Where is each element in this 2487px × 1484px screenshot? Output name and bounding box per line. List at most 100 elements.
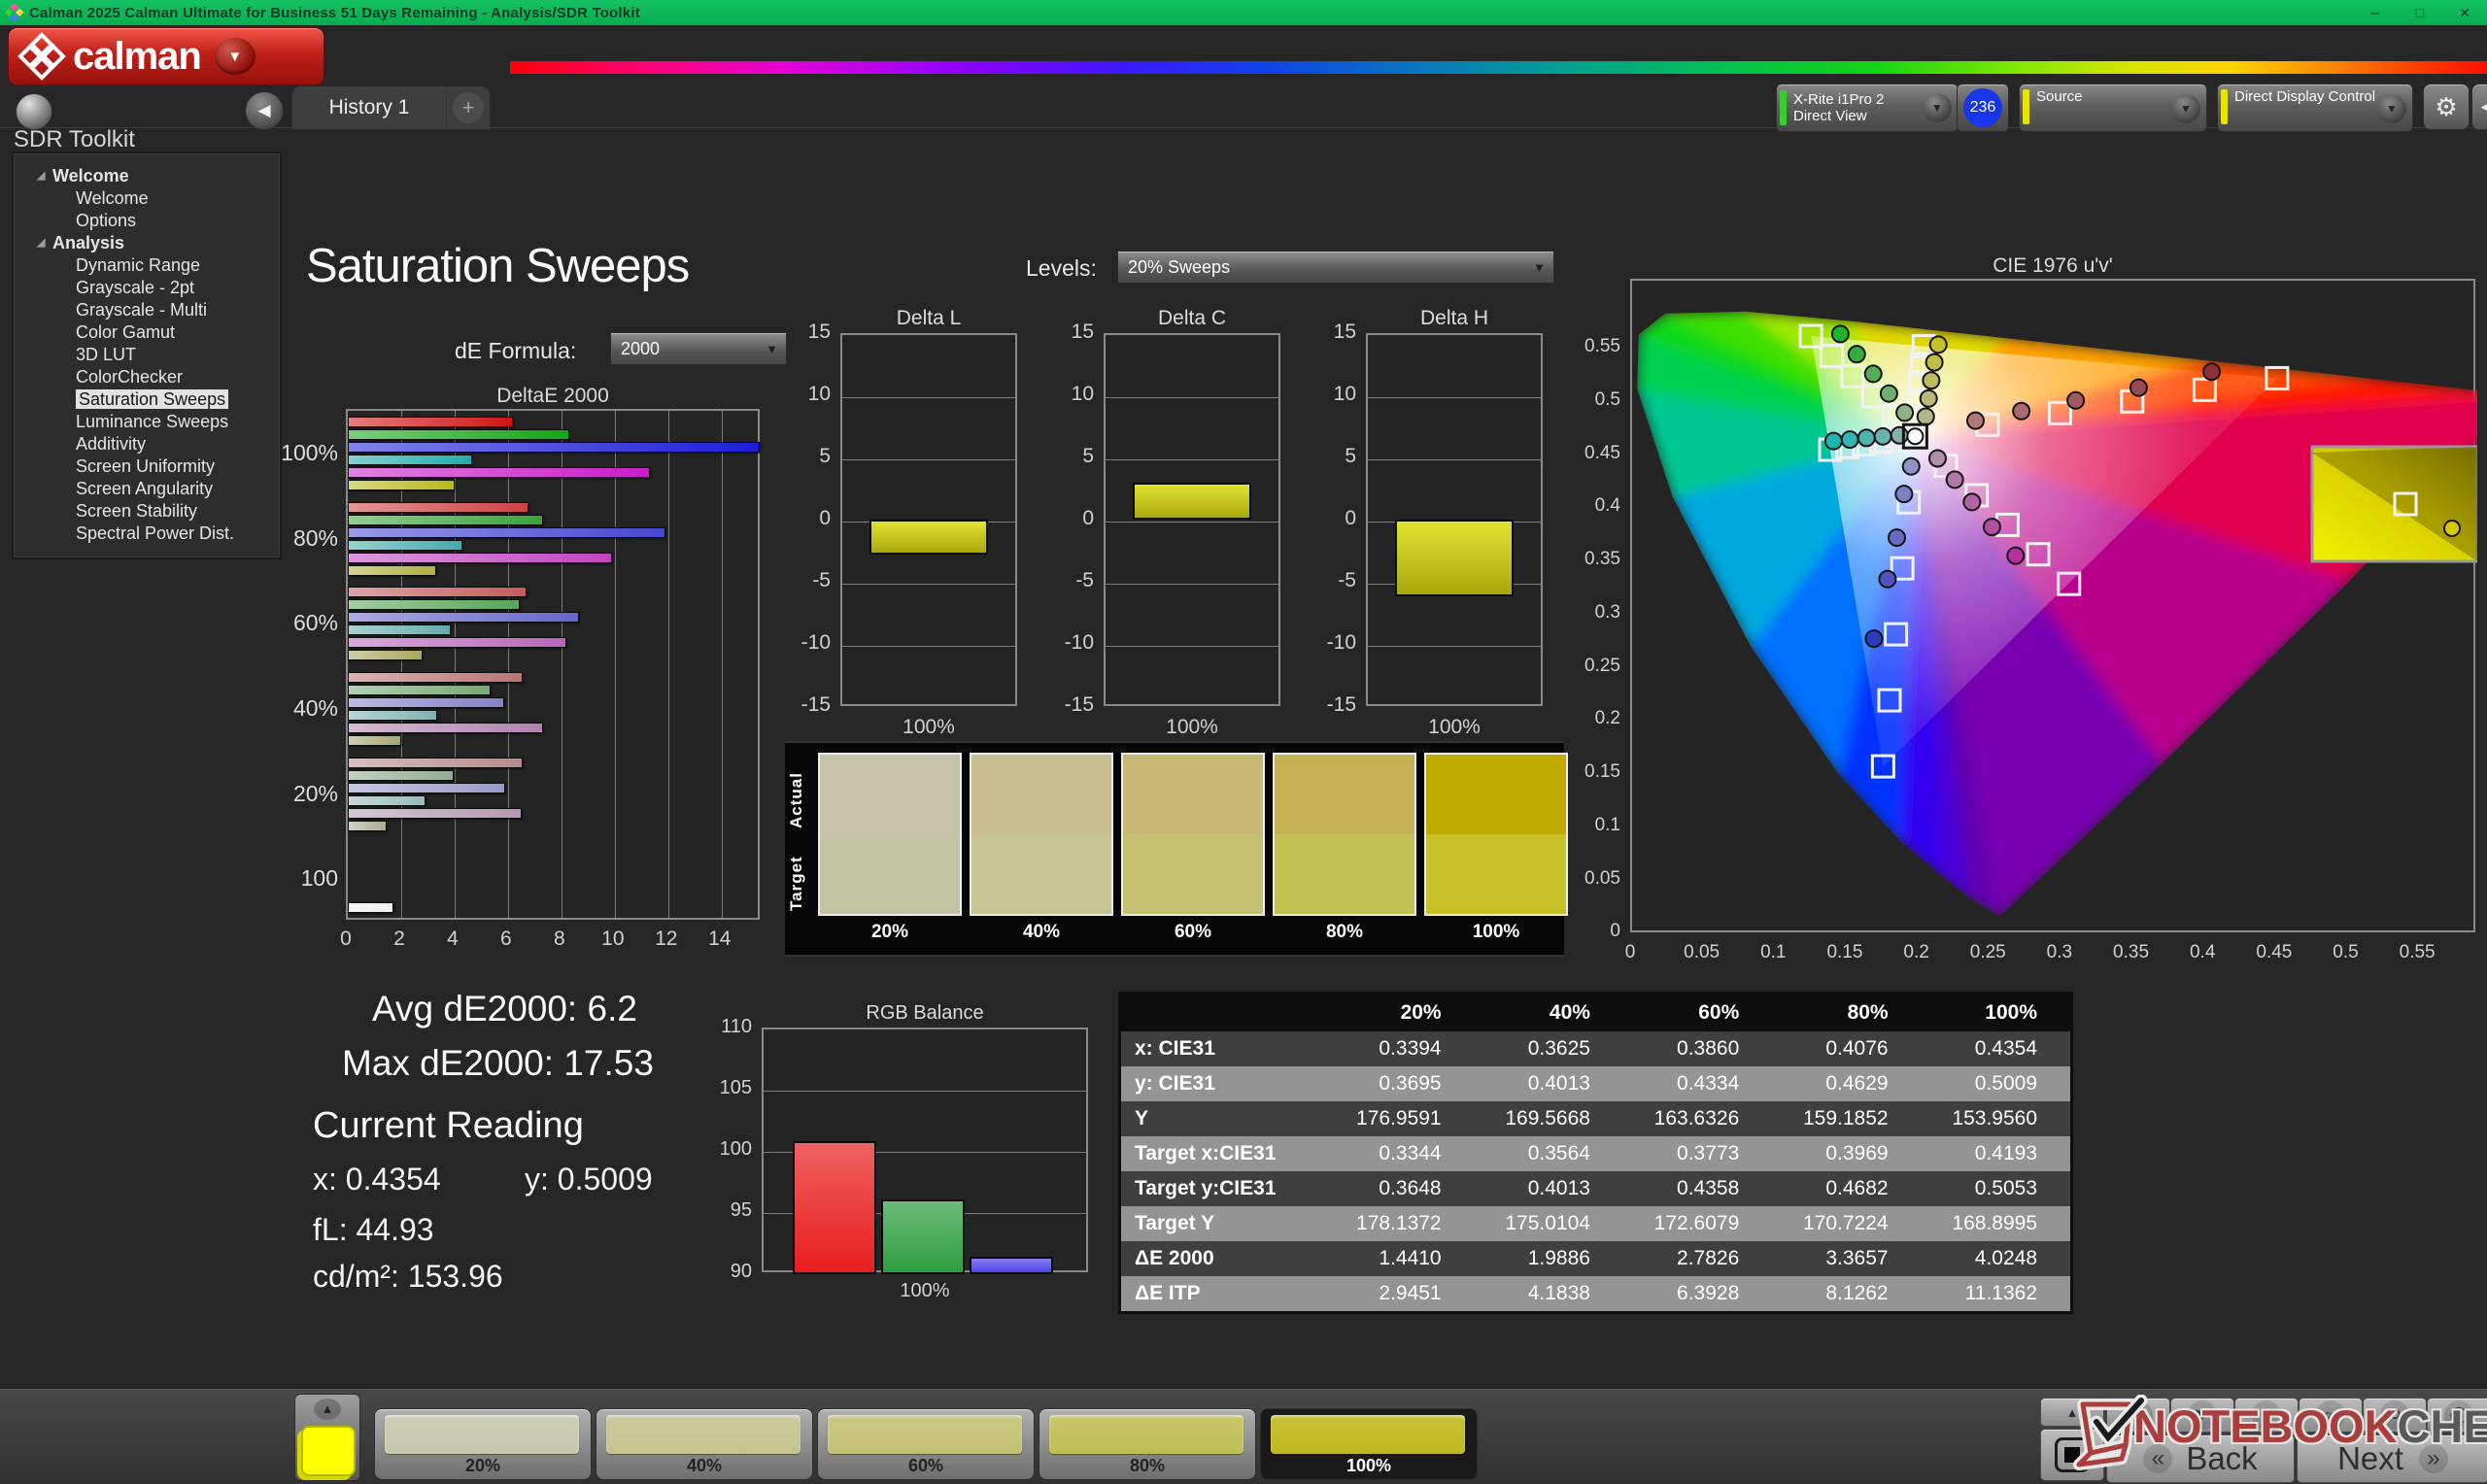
sidebar-item-analysis[interactable]: ◢ Analysis: [14, 232, 280, 254]
calman-diamond-icon: [17, 32, 66, 81]
sidebar-item-colorchecker[interactable]: ColorChecker: [14, 366, 280, 388]
patch-button-100%[interactable]: 100%: [1260, 1408, 1478, 1480]
calman-dropdown-icon[interactable]: ▼: [214, 38, 256, 75]
x-tick: 6: [500, 928, 512, 950]
chevron-left-icon: ◀: [257, 101, 271, 119]
cell-value: 1.4410: [1325, 1241, 1475, 1276]
toolbar-collapse-button[interactable]: ◀: [2471, 84, 2487, 130]
levels-value: 20% Sweeps: [1128, 256, 1231, 277]
swatch-100%: [1424, 753, 1568, 916]
swatch-80%: [1273, 753, 1416, 916]
sidebar-item-screen-angularity[interactable]: Screen Angularity: [14, 478, 280, 500]
y-tick: 15: [1071, 320, 1094, 343]
gridline: [454, 411, 456, 918]
actual-color: [1275, 755, 1414, 834]
sidebar-item-spectral-power-dist-[interactable]: Spectral Power Dist.: [14, 523, 280, 545]
y-tick: 5: [1082, 445, 1094, 467]
measurement-table: 20% 40% 60% 80% 100% x: CIE31 0.3394 0.3625 0.38…: [1118, 992, 2073, 1314]
sidebar-item-luminance-sweeps[interactable]: Luminance Sweeps: [14, 411, 280, 433]
cie-x-tick: 0: [1624, 942, 1636, 962]
sidebar-item-screen-uniformity[interactable]: Screen Uniformity: [14, 455, 280, 478]
meter-dropdown[interactable]: X-Rite i1Pro 2 Direct View ▼: [1776, 84, 1959, 132]
table-header: 80%: [1772, 993, 1922, 1031]
sidebar-item-dynamic-range[interactable]: Dynamic Range: [14, 254, 280, 277]
cell-value: 175.0104: [1474, 1206, 1623, 1241]
app-logo-icon: [4, 2, 24, 22]
patch-button-20%[interactable]: 20%: [374, 1408, 592, 1480]
sidebar-item-grayscale-2pt[interactable]: Grayscale - 2pt: [14, 277, 280, 299]
close-button[interactable]: ✕: [2442, 0, 2487, 25]
tree-expand-icon[interactable]: ◢: [37, 165, 45, 187]
table-row: y: CIE31 0.3695 0.4013 0.4334 0.4629 0.5009: [1119, 1066, 2072, 1101]
x-tick: 8: [554, 928, 565, 950]
sidebar-item-3d-lut[interactable]: 3D LUT: [14, 344, 280, 366]
sidebar-item-additivity[interactable]: Additivity: [14, 433, 280, 455]
measured-marker-blue: [1894, 485, 1914, 504]
window-title: Calman 2025 Calman Ultimate for Business…: [29, 4, 640, 21]
sidebar-item-grayscale-multi[interactable]: Grayscale - Multi: [14, 299, 280, 321]
minimize-button[interactable]: ─: [2353, 0, 2398, 25]
de-formula-dropdown[interactable]: 2000 ▼: [610, 332, 787, 365]
bar-80%-1: [348, 514, 543, 525]
patch-button-40%[interactable]: 40%: [596, 1408, 813, 1480]
cie-y-tick: 0.5: [1594, 388, 1620, 410]
add-tab-button[interactable]: +: [446, 85, 491, 129]
cell-value: 0.4193: [1921, 1136, 2072, 1171]
bar-60%-3: [348, 624, 451, 636]
gridline: [1368, 646, 1541, 647]
sidebar-item-color-gamut[interactable]: Color Gamut: [14, 321, 280, 344]
table-row: ΔE 2000 1.4410 1.9886 2.7826 3.3657 4.0248: [1119, 1241, 2072, 1276]
rgb-bar-Green: [881, 1199, 965, 1274]
gridline: [1368, 397, 1541, 398]
cie-y-tick: 0.4: [1594, 495, 1620, 517]
maximize-button[interactable]: □: [2398, 0, 2442, 25]
levels-dropdown[interactable]: 20% Sweeps ▼: [1117, 251, 1554, 284]
calman-menu-button[interactable]: calman ▼: [8, 27, 324, 85]
bar-20%-4: [348, 807, 522, 819]
gridline: [507, 411, 509, 918]
table-header: 40%: [1474, 993, 1623, 1031]
row-label: Target y:CIE31: [1119, 1171, 1326, 1206]
sidebar-sphere-button[interactable]: [16, 93, 52, 130]
current-reading-heading: Current Reading: [313, 1105, 584, 1146]
sidebar-item-saturation-sweeps[interactable]: Saturation Sweeps: [14, 388, 280, 411]
actual-label: Actual: [787, 772, 805, 828]
sidebar-item-label: Additivity: [76, 434, 147, 454]
measured-marker-green: [1830, 324, 1850, 344]
cell-value: 178.1372: [1325, 1206, 1475, 1241]
rgb-y-tick: 110: [721, 1016, 752, 1037]
bar-20%-2: [348, 782, 506, 793]
tab-history-1[interactable]: History 1: [291, 85, 447, 129]
bar-60%-5: [348, 650, 423, 661]
display-control-dropdown[interactable]: Direct Display Control ▼: [2217, 84, 2413, 132]
cell-value: 0.4076: [1772, 1031, 1922, 1066]
tree-expand-icon[interactable]: ◢: [37, 232, 45, 254]
cell-value: 153.9560: [1921, 1101, 2072, 1136]
sidebar-title: SDR Toolkit: [14, 126, 135, 152]
sidebar-collapse-button[interactable]: ◀: [245, 91, 284, 130]
meter-status-stripe: [1780, 90, 1787, 125]
source-dropdown[interactable]: Source ▼: [2019, 84, 2207, 132]
sidebar-item-options[interactable]: Options: [14, 210, 280, 232]
group-label: 80%: [292, 524, 338, 551]
current-patch-swatch[interactable]: [301, 1426, 356, 1476]
deltaL-xlabel: 100%: [903, 716, 955, 738]
expand-up-icon[interactable]: ▲: [314, 1399, 341, 1420]
settings-button[interactable]: ⚙: [2423, 84, 2470, 130]
sidebar-item-welcome[interactable]: Welcome: [14, 187, 280, 210]
cie-x-tick: 0.1: [1760, 942, 1787, 962]
bar-40%-0: [348, 672, 524, 683]
sidebar-item-label: Spectral Power Dist.: [76, 523, 235, 543]
patch-button-80%[interactable]: 80%: [1039, 1408, 1256, 1480]
bar-80%-2: [348, 526, 666, 538]
patch-button-60%[interactable]: 60%: [817, 1408, 1035, 1480]
sidebar-item-label: Grayscale - 2pt: [76, 278, 195, 297]
sidebar-item-welcome[interactable]: ◢ Welcome: [14, 165, 280, 187]
sidebar-item-screen-stability[interactable]: Screen Stability: [14, 500, 280, 523]
cie-y-tick: 0.45: [1584, 442, 1620, 463]
patch-label: 100%: [1346, 1456, 1392, 1475]
display-label: Direct Display Control: [2234, 88, 2376, 105]
cell-value: 0.3648: [1325, 1171, 1475, 1206]
rainbow-gradient-bar: [510, 61, 2487, 74]
target-color: [1426, 834, 1566, 914]
